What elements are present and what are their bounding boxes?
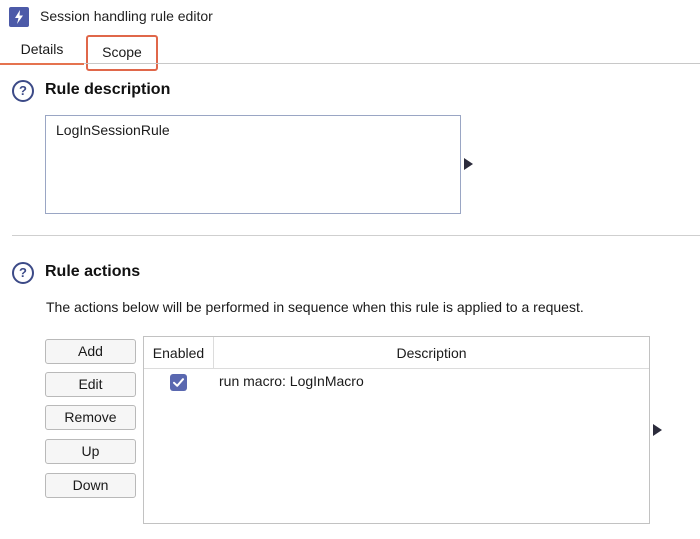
question-circle-icon[interactable]: ? xyxy=(12,262,34,284)
column-header-enabled[interactable]: Enabled xyxy=(144,337,214,369)
table-header: Enabled Description xyxy=(144,337,649,369)
section-divider xyxy=(12,235,700,236)
down-button[interactable]: Down xyxy=(45,473,136,498)
enabled-checkbox[interactable] xyxy=(170,374,187,391)
rule-actions-heading: Rule actions xyxy=(45,263,141,280)
tab-scope[interactable]: Scope xyxy=(86,35,158,71)
lightning-icon xyxy=(9,7,29,27)
actions-table[interactable]: Enabled Description run macro: LogInMacr… xyxy=(143,336,650,524)
action-description: run macro: LogInMacro xyxy=(219,373,364,389)
question-circle-icon[interactable]: ? xyxy=(12,80,34,102)
rule-actions-note: The actions below will be performed in s… xyxy=(46,299,584,315)
expand-arrow-icon[interactable] xyxy=(653,424,662,436)
up-button[interactable]: Up xyxy=(45,439,136,464)
title-bar: Session handling rule editor xyxy=(0,0,700,34)
column-header-description[interactable]: Description xyxy=(214,337,649,369)
expand-arrow-icon[interactable] xyxy=(464,158,473,170)
edit-button[interactable]: Edit xyxy=(45,372,136,397)
table-row[interactable]: run macro: LogInMacro xyxy=(144,370,649,394)
tab-details[interactable]: Details xyxy=(0,34,84,65)
rule-description-value: LogInSessionRule xyxy=(56,122,170,138)
checkmark-icon xyxy=(173,378,184,387)
add-button[interactable]: Add xyxy=(45,339,136,364)
rule-description-heading: Rule description xyxy=(45,81,171,98)
tab-bar: Details Scope xyxy=(0,34,700,71)
rule-description-field[interactable]: LogInSessionRule xyxy=(45,115,461,214)
remove-button[interactable]: Remove xyxy=(45,405,136,430)
tab-divider xyxy=(84,63,700,64)
window-title: Session handling rule editor xyxy=(40,8,213,24)
